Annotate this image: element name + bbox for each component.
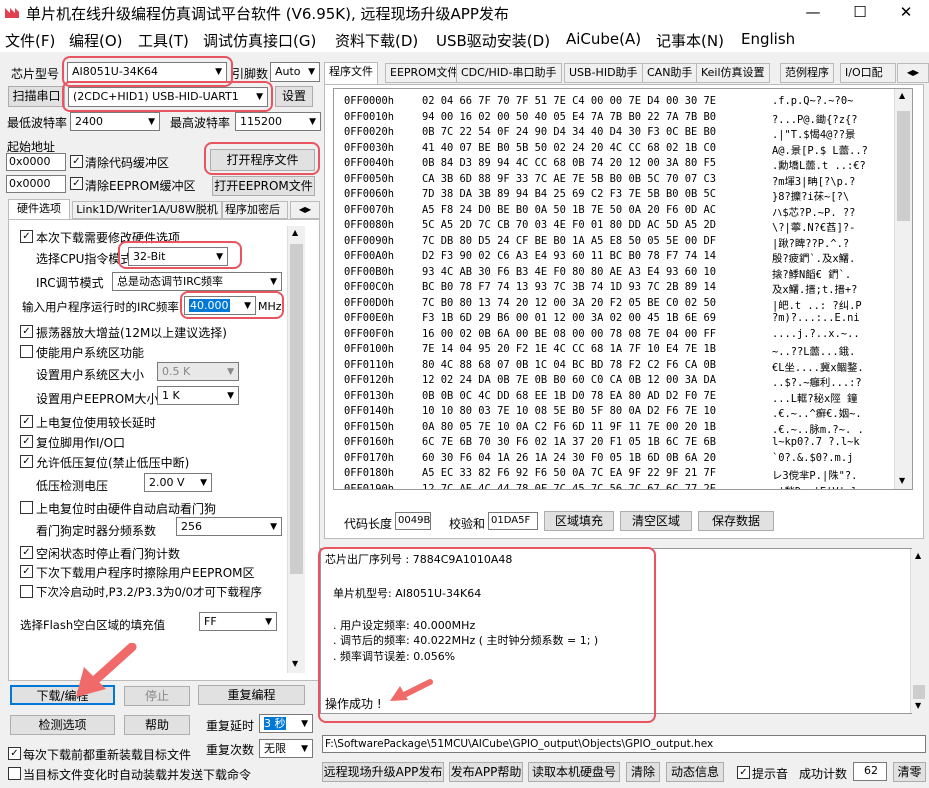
read-disk-button[interactable]: 读取本机硬盘号	[528, 762, 620, 782]
beep-label: 提示音	[752, 767, 789, 781]
publish-help-button[interactable]: 发布APP帮助	[449, 762, 523, 782]
dynamic-info-button[interactable]: 动态信息	[666, 762, 724, 782]
beep-checkbox[interactable]: ✓	[737, 766, 750, 779]
success-count-value: 62	[853, 762, 887, 781]
bottom-toolbar: 远程现场升级APP发布 发布APP帮助 读取本机硬盘号 清除 动态信息 ✓ 提示…	[0, 0, 929, 788]
remote-publish-button[interactable]: 远程现场升级APP发布	[322, 762, 444, 782]
success-count-label: 成功计数	[799, 767, 848, 781]
clear-log-button[interactable]: 清除	[626, 762, 660, 782]
reset-count-button[interactable]: 清零	[893, 762, 926, 782]
